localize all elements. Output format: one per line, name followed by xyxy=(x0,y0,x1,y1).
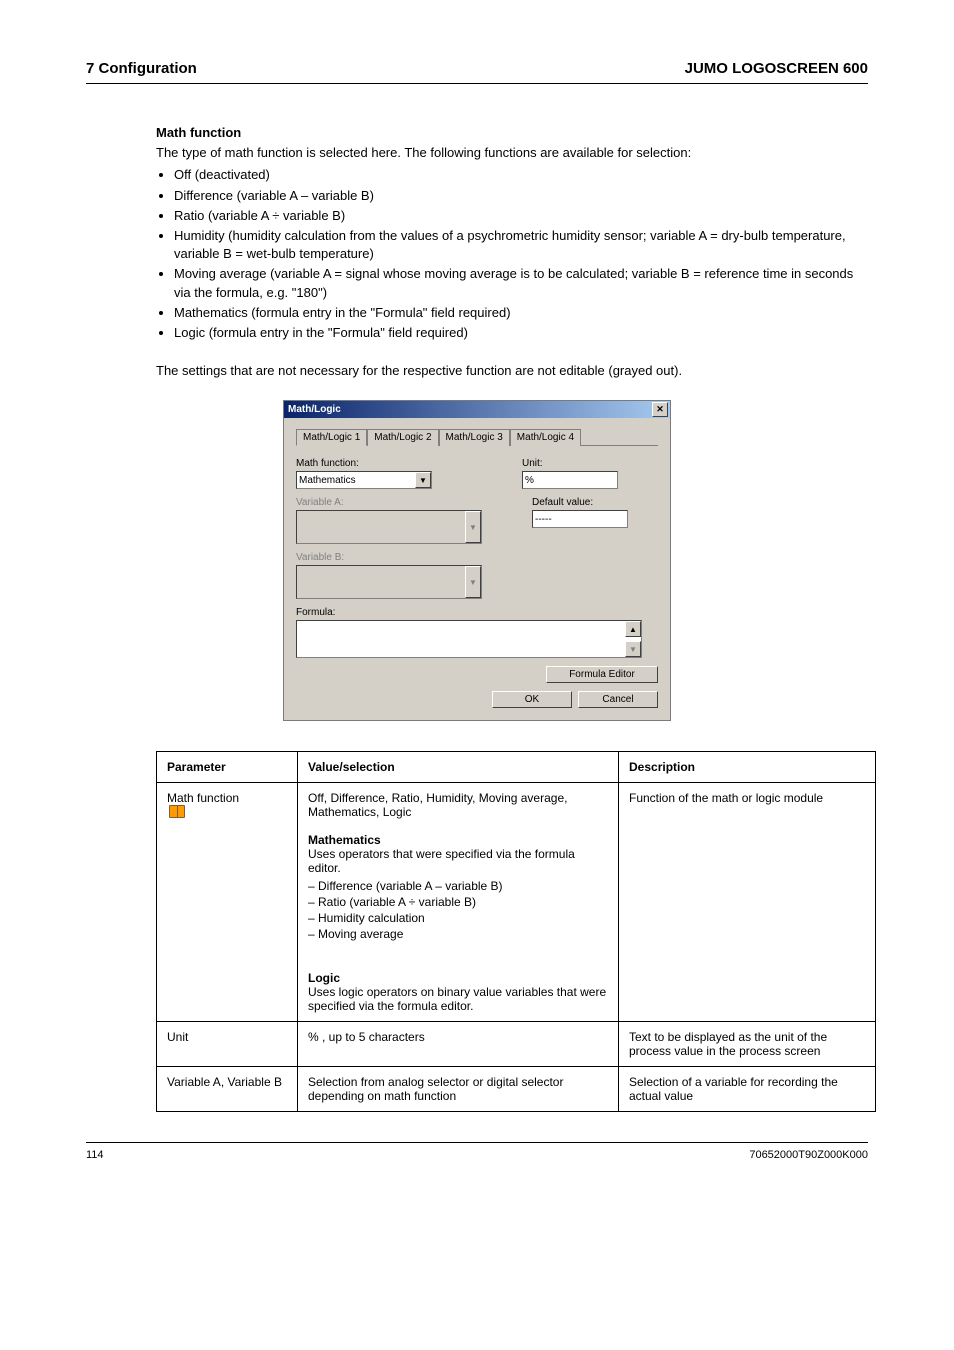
intro-heading: Math function xyxy=(156,124,868,142)
ok-button[interactable]: OK xyxy=(492,691,572,708)
unit-input[interactable]: % xyxy=(522,471,618,489)
cell-value: Off, Difference, Ratio, Humidity, Moving… xyxy=(298,783,619,1022)
mathlogic-dialog: Math/Logic ✕ Math/Logic 1Math/Logic 2Mat… xyxy=(283,400,671,721)
intro-list-item: Difference (variable A – variable B) xyxy=(174,187,868,205)
unit-value: % xyxy=(525,475,534,486)
th-parameter: Parameter xyxy=(157,752,298,783)
table-row: Variable A, Variable BSelection from ana… xyxy=(157,1067,876,1112)
label-formula: Formula: xyxy=(296,607,658,618)
tab-mathlogic-1[interactable]: Math/Logic 1 xyxy=(296,429,367,446)
section-header: 7 Configuration xyxy=(86,60,197,77)
intro-lead: The type of math function is selected he… xyxy=(156,145,691,160)
label-unit: Unit: xyxy=(522,458,618,469)
intro-list: Off (deactivated) Difference (variable A … xyxy=(156,166,868,342)
table-row: Unit% , up to 5 charactersText to be dis… xyxy=(157,1022,876,1067)
intro-list-item: Moving average (variable A = signal whos… xyxy=(174,265,868,301)
intro-list-item: Humidity (humidity calculation from the … xyxy=(174,227,868,263)
formula-editor-button[interactable]: Formula Editor xyxy=(546,666,658,683)
dialog-title: Math/Logic xyxy=(288,404,341,415)
spec-table: Parameter Value/selection Description Ma… xyxy=(156,751,876,1112)
intro-list-item: Mathematics (formula entry in the "Formu… xyxy=(174,304,868,322)
intro-note: The settings that are not necessary for … xyxy=(156,362,868,380)
cell-param: Math function xyxy=(157,783,298,1022)
cell-param: Unit xyxy=(157,1022,298,1067)
intro-list-item: Ratio (variable A ÷ variable B) xyxy=(174,207,868,225)
label-variable-b: Variable B: xyxy=(296,552,482,563)
default-value: ----- xyxy=(535,514,552,525)
product-header: JUMO LOGOSCREEN 600 xyxy=(685,60,868,77)
cell-description: Selection of a variable for recording th… xyxy=(619,1067,876,1112)
scroll-up-icon[interactable]: ▲ xyxy=(625,621,641,637)
intro-list-item: Off (deactivated) xyxy=(174,166,868,184)
close-icon[interactable]: ✕ xyxy=(652,402,668,417)
scroll-down-icon: ▼ xyxy=(625,641,641,657)
th-value: Value/selection xyxy=(298,752,619,783)
page-number: 114 xyxy=(86,1149,104,1161)
label-variable-a: Variable A: xyxy=(296,497,482,508)
chevron-down-icon[interactable]: ▼ xyxy=(415,472,431,488)
label-default-value: Default value: xyxy=(532,497,628,508)
doc-code: 70652000T90Z000K000 xyxy=(749,1149,868,1161)
cell-value: Selection from analog selector or digita… xyxy=(298,1067,619,1112)
default-value-input[interactable]: ----- xyxy=(532,510,628,528)
math-function-value: Mathematics xyxy=(299,475,356,486)
cell-param: Variable A, Variable B xyxy=(157,1067,298,1112)
tab-mathlogic-2[interactable]: Math/Logic 2 xyxy=(367,429,438,446)
variable-b-select: ▼ xyxy=(296,565,482,599)
th-description: Description xyxy=(619,752,876,783)
chevron-down-icon: ▼ xyxy=(465,511,481,543)
dialog-tabs: Math/Logic 1Math/Logic 2Math/Logic 3Math… xyxy=(296,428,658,446)
book-icon xyxy=(169,805,185,818)
cell-value: % , up to 5 characters xyxy=(298,1022,619,1067)
tab-mathlogic-4[interactable]: Math/Logic 4 xyxy=(510,429,581,446)
cell-description: Function of the math or logic module xyxy=(619,783,876,1022)
cancel-button[interactable]: Cancel xyxy=(578,691,658,708)
formula-textarea[interactable]: ▲ ▼ xyxy=(296,620,642,658)
table-row: Math functionOff, Difference, Ratio, Hum… xyxy=(157,783,876,1022)
variable-a-select: ▼ xyxy=(296,510,482,544)
label-math-function: Math function: xyxy=(296,458,432,469)
math-function-select[interactable]: Mathematics ▼ xyxy=(296,471,432,489)
cell-description: Text to be displayed as the unit of the … xyxy=(619,1022,876,1067)
tab-mathlogic-3[interactable]: Math/Logic 3 xyxy=(439,429,510,446)
chevron-down-icon: ▼ xyxy=(465,566,481,598)
intro-list-item: Logic (formula entry in the "Formula" fi… xyxy=(174,324,868,342)
